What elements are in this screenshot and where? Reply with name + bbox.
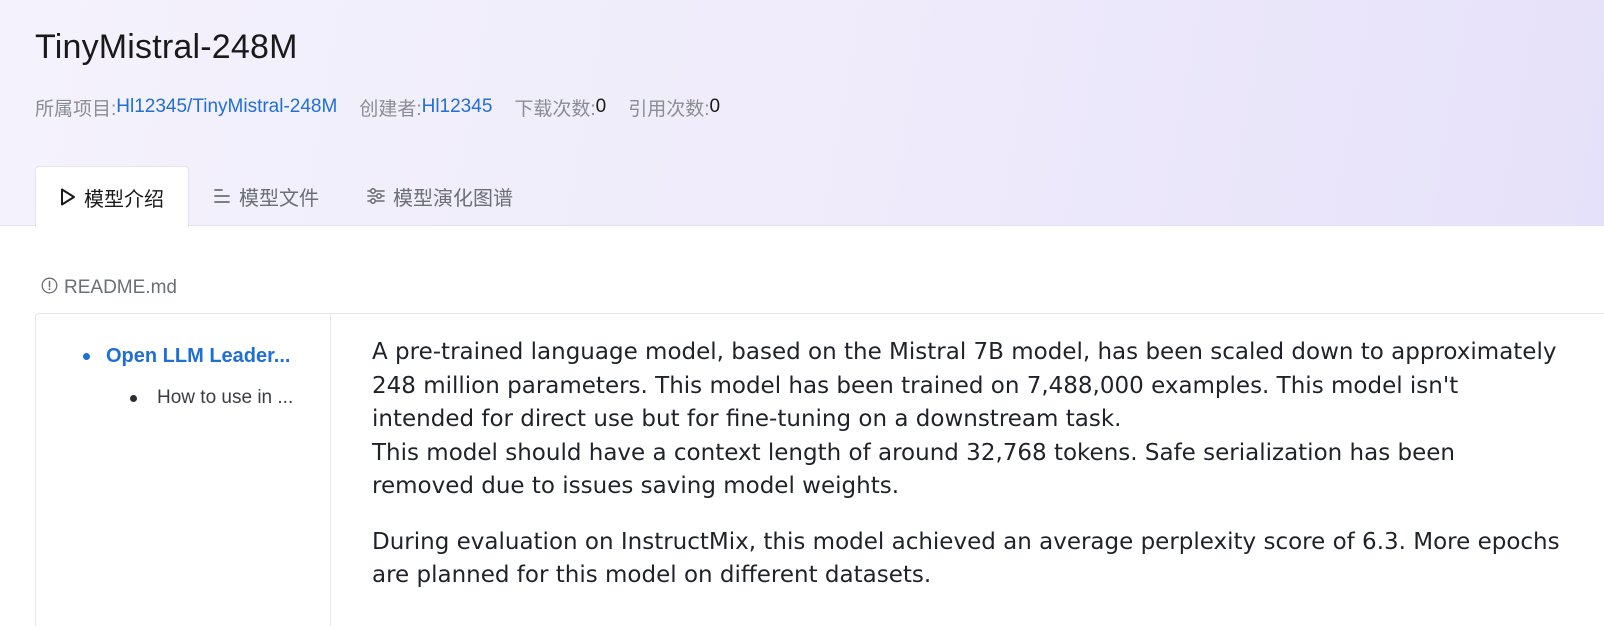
paragraph: This model should have a context length … [372,439,1455,500]
info-circle-icon [41,277,58,300]
tab-model-files[interactable]: 模型文件 [189,166,343,226]
model-header: TinyMistral-248M 所属项目: Hl12345/TinyMistr… [0,0,1604,227]
toc-item-how-to-use[interactable]: How to use in ... [130,387,293,409]
tab-model-evolution[interactable]: 模型演化图谱 [343,166,537,226]
project-label: 所属项目: [35,98,117,120]
readme-card: Open LLM Leader... How to use in ... A p… [35,313,1604,626]
readme-header: README.md [41,276,177,300]
downloads-label: 下载次数: [514,98,596,120]
table-of-contents: Open LLM Leader... How to use in ... [36,314,331,626]
toc-item-label: Open LLM Leader... [106,345,291,367]
citations-label: 引用次数: [628,98,710,120]
play-triangle-icon [60,188,76,206]
toc-item-label: How to use in ... [157,387,294,408]
file-lines-icon [213,187,231,205]
intro-block: A pre-trained language model, based on t… [372,336,1562,504]
creator-link[interactable]: Hl12345 [422,96,493,118]
toc-bullet [83,353,90,360]
downloads-count: 0 [595,96,607,117]
sliders-icon [367,187,385,205]
tab-label: 模型文件 [239,187,319,210]
tab-label: 模型演化图谱 [393,187,513,210]
creator-label: 创建者: [359,98,422,120]
readme-filename: README.md [64,277,177,298]
tab-model-intro[interactable]: 模型介绍 [35,166,189,227]
model-meta: 所属项目: Hl12345/TinyMistral-248M 创建者: Hl12… [35,94,720,120]
readme-content: A pre-trained language model, based on t… [372,336,1562,593]
toc-bullet [130,394,137,402]
paragraph: During evaluation on InstructMix, this m… [372,528,1560,589]
tab-label: 模型介绍 [84,188,164,211]
toc-item-open-llm-leaderboard[interactable]: Open LLM Leader... [83,345,290,368]
model-tabs: 模型介绍 模型文件 模型演化图谱 [35,166,537,227]
citations-count: 0 [709,96,721,117]
paragraph: A pre-trained language model, based on t… [372,339,1557,432]
project-link[interactable]: Hl12345/TinyMistral-248M [116,96,337,118]
page-title: TinyMistral-248M [35,28,298,66]
